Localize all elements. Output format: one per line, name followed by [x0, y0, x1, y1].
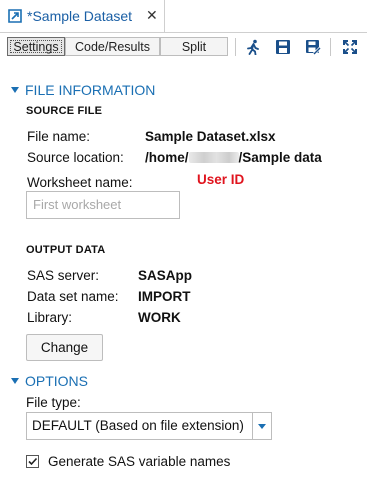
options-header: OPTIONS	[25, 373, 89, 389]
library-label: Library:	[27, 310, 73, 325]
caret-down-icon	[11, 378, 19, 384]
redacted-user-id	[188, 152, 239, 163]
source-location-prefix: /home/	[145, 150, 189, 165]
settings-tab-button[interactable]: Settings	[7, 37, 65, 56]
options-section-toggle[interactable]: OPTIONS	[11, 373, 88, 389]
import-data-icon	[8, 9, 22, 23]
run-icon[interactable]	[245, 39, 261, 55]
maximize-icon[interactable]	[342, 39, 358, 55]
checkmark-icon	[28, 457, 38, 466]
file-information-header: FILE INFORMATION	[25, 82, 156, 98]
source-location-label: Source location:	[27, 150, 124, 165]
change-button[interactable]: Change	[26, 334, 103, 361]
data-set-name-label: Data set name:	[27, 289, 119, 304]
source-file-subheader: SOURCE FILE	[26, 105, 103, 117]
file-information-section-toggle[interactable]: FILE INFORMATION	[11, 82, 155, 98]
file-name-value: Sample Dataset.xlsx	[145, 129, 276, 144]
generate-sas-variable-names-label: Generate SAS variable names	[48, 454, 231, 469]
save-icon[interactable]	[275, 39, 291, 55]
split-tab-button[interactable]: Split	[160, 37, 228, 56]
sas-server-label: SAS server:	[27, 268, 100, 283]
tab-title: *Sample Dataset	[27, 8, 133, 24]
file-type-select[interactable]: DEFAULT (Based on file extension)	[26, 412, 272, 440]
toolbar: Settings Code/Results Split	[0, 33, 367, 61]
library-value: WORK	[138, 310, 181, 325]
dropdown-button[interactable]	[252, 413, 271, 439]
output-data-subheader: OUTPUT DATA	[26, 244, 106, 256]
code-results-tab-button[interactable]: Code/Results	[65, 37, 160, 56]
file-type-selected-value: DEFAULT (Based on file extension)	[32, 418, 244, 433]
toolbar-divider-2	[330, 38, 331, 56]
close-icon[interactable]: ✕	[146, 7, 158, 24]
file-type-label: File type:	[26, 395, 81, 410]
sas-server-value: SASApp	[138, 268, 192, 283]
user-id-annotation: User ID	[197, 172, 245, 187]
caret-down-icon	[11, 87, 19, 93]
toolbar-divider	[235, 38, 236, 56]
source-location-value: /home/ /Sample data	[145, 150, 322, 165]
generate-sas-variable-names-checkbox[interactable]	[26, 455, 39, 468]
source-location-suffix: /Sample data	[238, 150, 322, 165]
file-name-label: File name:	[27, 129, 91, 144]
chevron-down-icon	[258, 424, 266, 429]
data-set-name-value: IMPORT	[138, 289, 191, 304]
tab-strip: *Sample Dataset ✕	[0, 0, 367, 33]
tab-sample-dataset[interactable]: *Sample Dataset ✕	[0, 0, 165, 32]
worksheet-name-label: Worksheet name:	[27, 175, 133, 190]
save-as-icon[interactable]	[305, 39, 321, 55]
worksheet-name-input[interactable]: First worksheet	[26, 191, 180, 219]
